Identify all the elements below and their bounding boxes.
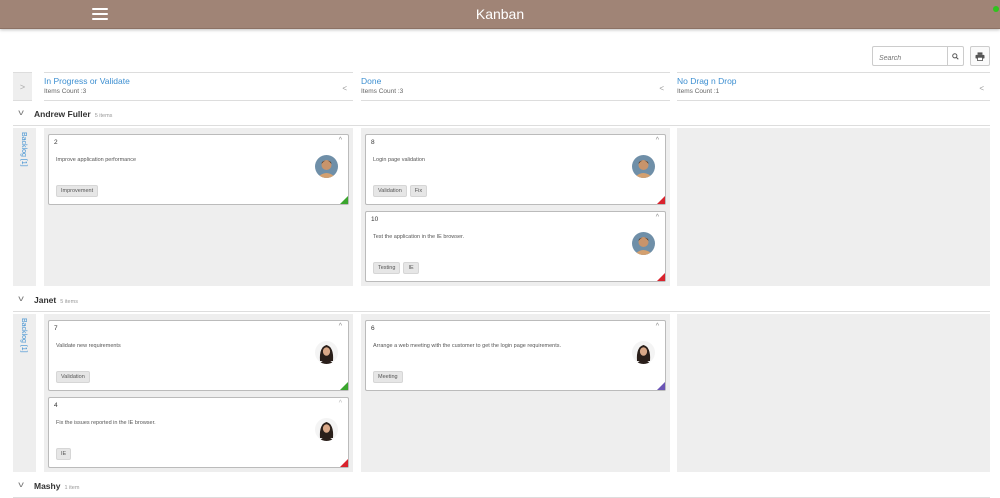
card-collapse-icon[interactable]: ^ xyxy=(656,214,659,221)
card-text: Login page validation xyxy=(373,157,425,163)
card-tags: Improvement xyxy=(56,185,99,197)
card-text: Arrange a web meeting with the customer … xyxy=(373,343,562,349)
chevron-down-icon[interactable]: v xyxy=(18,108,24,117)
kanban-card[interactable]: 2 ^ Improve application performance Impr… xyxy=(48,134,349,205)
priority-indicator xyxy=(657,382,665,390)
card-tags: IE xyxy=(56,448,72,460)
card-collapse-icon[interactable]: ^ xyxy=(656,323,659,330)
tag: Improvement xyxy=(56,185,99,197)
card-tags: Meeting xyxy=(373,371,403,383)
kanban-card[interactable]: 6 ^ Arrange a web meeting with the custo… xyxy=(365,320,666,391)
column-count: Items Count :1 xyxy=(677,88,720,95)
column-header-done[interactable]: Done Items Count :3 < xyxy=(361,72,670,101)
column-title: In Progress or Validate xyxy=(44,76,130,86)
swimlane-name: Mashy 1 item xyxy=(34,481,80,491)
app-title: Kanban xyxy=(475,6,525,22)
priority-indicator xyxy=(340,382,348,390)
search-input[interactable] xyxy=(873,49,949,68)
priority-indicator xyxy=(340,196,348,204)
card-id: 6 xyxy=(371,325,375,332)
app-header: Kanban xyxy=(0,0,1000,29)
card-collapse-icon[interactable]: ^ xyxy=(339,137,342,144)
collapse-column-icon[interactable]: < xyxy=(659,84,664,93)
avatar xyxy=(315,155,338,178)
kanban-card[interactable]: 4 ^ Fix the issues reported in the IE br… xyxy=(48,397,349,468)
column-cell xyxy=(677,314,990,472)
tag: Fix xyxy=(409,185,428,197)
priority-indicator xyxy=(340,459,348,467)
card-id: 10 xyxy=(371,216,379,223)
print-button[interactable] xyxy=(970,46,990,66)
priority-indicator xyxy=(657,273,665,281)
tag: Validation xyxy=(56,371,90,383)
tag: Validation xyxy=(373,185,407,197)
card-id: 4 xyxy=(54,402,58,409)
column-count: Items Count :3 xyxy=(361,88,404,95)
kanban-card[interactable]: 10 ^ Test the application in the IE brow… xyxy=(365,211,666,282)
tag: IE xyxy=(403,262,419,274)
column-count: Items Count :3 xyxy=(44,88,87,95)
kanban-card[interactable]: 8 ^ Login page validation Validation Fix xyxy=(365,134,666,205)
swimlane-count: 5 items xyxy=(60,299,78,305)
print-icon xyxy=(975,51,985,61)
card-text: Test the application in the IE browser. xyxy=(373,234,465,240)
expand-backlog-button[interactable]: > xyxy=(13,72,32,101)
swimlane-header[interactable]: v Andrew Fuller 5 items xyxy=(13,102,990,126)
kanban-card[interactable]: 7 ^ Validate new requirements Validation xyxy=(48,320,349,391)
swimlane-count: 5 items xyxy=(94,113,113,119)
backlog-label: Backlog [1] xyxy=(20,132,27,167)
priority-indicator xyxy=(657,196,665,204)
column-cell xyxy=(677,128,990,286)
status-indicator xyxy=(993,6,999,12)
card-collapse-icon[interactable]: ^ xyxy=(339,323,342,330)
tag: IE xyxy=(56,448,72,460)
card-collapse-icon[interactable]: ^ xyxy=(656,137,659,144)
card-text: Improve application performance xyxy=(56,157,137,163)
tag: Testing xyxy=(373,262,401,274)
card-tags: Validation xyxy=(56,371,90,383)
card-tags: Validation Fix xyxy=(373,185,428,197)
column-header-in-progress[interactable]: In Progress or Validate Items Count :3 < xyxy=(44,72,353,101)
swimlane-name: Andrew Fuller 5 items xyxy=(34,109,113,119)
backlog-label: Backlog [1] xyxy=(20,318,27,353)
card-text: Validate new requirements xyxy=(56,343,121,349)
card-id: 8 xyxy=(371,139,375,146)
search-box xyxy=(872,46,964,68)
search-icon xyxy=(952,52,959,60)
collapse-column-icon[interactable]: < xyxy=(342,84,347,93)
chevron-down-icon[interactable]: v xyxy=(18,294,24,303)
search-button[interactable] xyxy=(947,47,963,65)
card-id: 7 xyxy=(54,325,58,332)
column-title: Done xyxy=(361,76,382,86)
avatar xyxy=(632,155,655,178)
avatar xyxy=(632,232,655,255)
column-title: No Drag n Drop xyxy=(677,76,737,86)
swimlane-header[interactable]: v Janet 5 items xyxy=(13,288,990,312)
column-header-no-drag[interactable]: No Drag n Drop Items Count :1 < xyxy=(677,72,990,101)
backlog-collapsed[interactable]: Backlog [1] xyxy=(13,314,36,472)
avatar xyxy=(315,418,338,441)
swimlane-header[interactable]: v Mashy 1 item xyxy=(13,474,990,498)
tag: Meeting xyxy=(373,371,403,383)
backlog-collapsed[interactable]: Backlog [1] xyxy=(13,128,36,286)
swimlane-name: Janet 5 items xyxy=(34,295,78,305)
card-tags: Testing IE xyxy=(373,262,419,274)
collapse-column-icon[interactable]: < xyxy=(979,84,984,93)
card-collapse-icon[interactable]: ^ xyxy=(339,400,342,407)
chevron-down-icon[interactable]: v xyxy=(18,480,24,489)
avatar xyxy=(315,341,338,364)
swimlane-count: 1 item xyxy=(64,485,80,491)
card-id: 2 xyxy=(54,139,58,146)
card-text: Fix the issues reported in the IE browse… xyxy=(56,420,156,426)
avatar xyxy=(632,341,655,364)
